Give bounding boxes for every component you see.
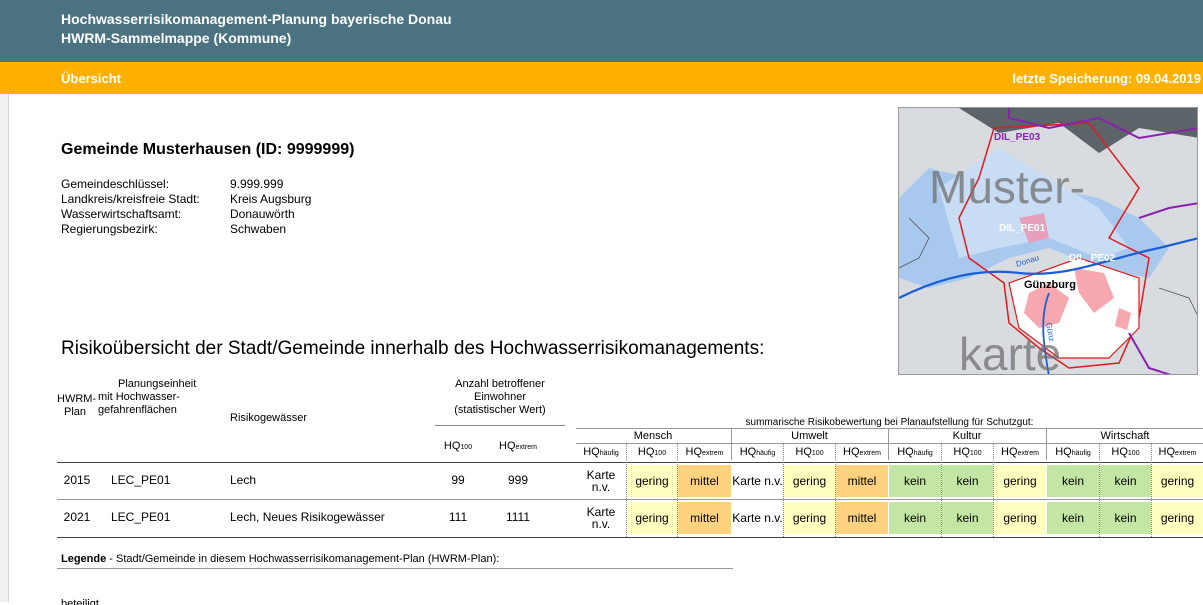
- sub-header: HQhäufig: [1055, 446, 1091, 458]
- cell-hqextrem: 1111: [505, 510, 531, 524]
- map-label: Günzburg: [1024, 279, 1076, 291]
- rating-cell: gering: [994, 465, 1046, 497]
- info-value: Donauwörth: [230, 207, 295, 221]
- risk-heading: Risikoübersicht der Stadt/Gemeinde inner…: [61, 338, 765, 359]
- cell-hq100: 111: [448, 510, 468, 524]
- rating-cell: mittel: [678, 465, 731, 497]
- overview-map: Muster- karte DIL_PE03 DIL_PE01 DIL_PE02…: [898, 107, 1198, 375]
- map-graphic: Muster- karte DIL_PE03 DIL_PE01 DIL_PE02…: [899, 108, 1197, 375]
- rating-cell: Karte n.v.: [576, 465, 626, 497]
- col-divider: [783, 443, 784, 537]
- col-header-residents: Anzahl betroffener Einwohner (statistische…: [454, 378, 546, 416]
- sub-header: HQhäufig: [739, 446, 776, 458]
- rating-cell: Karte n.v.: [576, 502, 626, 534]
- cell-unit: LEC_PE01: [111, 473, 171, 487]
- row-header-stripe: [0, 94, 9, 602]
- sub-header: HQextrem: [1158, 446, 1197, 458]
- sub-header: HQ100: [795, 446, 824, 458]
- cell-unit: LEC_PE01: [111, 510, 171, 524]
- rating-cell: mittel: [678, 502, 731, 534]
- legend-line2: beteiligt: [61, 598, 99, 605]
- map-watermark-bottom: karte: [959, 328, 1061, 375]
- rating-cell: gering: [627, 502, 677, 534]
- sub-header: HQextrem: [843, 446, 881, 458]
- cell-water: Lech, Neues Risikogewässer: [230, 510, 385, 524]
- rating-cell: Karte n.v.: [732, 465, 783, 497]
- rating-cell: gering: [1152, 502, 1203, 534]
- municipality-title: Gemeinde Musterhausen (ID: 9999999): [61, 141, 355, 158]
- rating-cell: kein: [1047, 502, 1099, 534]
- rating-cell: kein: [889, 465, 941, 497]
- col-header-hq100: HQ100: [443, 440, 473, 452]
- residents-underline: [435, 425, 565, 426]
- rating-cell: mittel: [836, 465, 888, 497]
- legend: Legende - Stadt/Gemeinde in diesem Hochw…: [61, 553, 500, 565]
- group-mensch: Mensch: [633, 430, 673, 442]
- rating-cell: mittel: [836, 502, 888, 534]
- rating-cell: gering: [627, 465, 677, 497]
- sub-header: HQ100: [1111, 446, 1140, 458]
- row-rule: [57, 499, 1203, 500]
- info-label: Wasserwirtschaftsamt:: [61, 207, 182, 221]
- col-header-hqextrem: HQextrem: [499, 440, 537, 452]
- info-label: Gemeindeschlüssel:: [61, 177, 170, 191]
- app-title: Hochwasserrisikomanagement-Planung bayer…: [61, 11, 452, 27]
- rating-cell: kein: [942, 465, 993, 497]
- col-header-water: Risikogewässer: [230, 412, 308, 424]
- rating-cell: kein: [1047, 465, 1099, 497]
- rating-cell: kein: [889, 502, 941, 534]
- group-rule: [576, 443, 1203, 444]
- cell-hq100: 99: [451, 473, 465, 487]
- info-value: 9.999.999: [230, 177, 284, 191]
- sub-header: HQextrem: [1001, 446, 1039, 458]
- map-label: DIL_PE01: [999, 223, 1046, 234]
- col-divider: [835, 443, 836, 537]
- col-header-unit: Planungseinheit mit Hochwasser- gefahren…: [98, 378, 197, 416]
- sub-header: HQ100: [637, 446, 667, 458]
- cell-year: 2021: [63, 510, 91, 524]
- sub-header: HQ100: [953, 446, 982, 458]
- table-bottom-rule: [57, 537, 1203, 538]
- col-divider: [993, 443, 994, 537]
- map-label: DIL_PE02: [1069, 253, 1116, 264]
- info-label: Landkreis/kreisfreie Stadt:: [61, 192, 200, 206]
- sub-header: HQhäufig: [897, 446, 933, 458]
- info-value: Schwaben: [230, 222, 287, 236]
- section-bar: Übersicht letzte Speicherung: 09.04.2019: [0, 62, 1203, 94]
- sub-header: HQextrem: [685, 446, 724, 458]
- legend-rule: [57, 568, 733, 569]
- map-label: DIL_PE03: [994, 132, 1041, 143]
- info-value: Kreis Augsburg: [230, 192, 312, 206]
- rating-cell: gering: [784, 465, 835, 497]
- col-divider: [626, 443, 627, 537]
- header-bar: Hochwasserrisikomanagement-Planung bayer…: [0, 0, 1203, 62]
- rating-cell: gering: [994, 502, 1046, 534]
- cell-water: Lech: [230, 473, 257, 487]
- group-kultur: Kultur: [952, 430, 982, 442]
- summary-rule: [576, 428, 1203, 429]
- col-divider: [1151, 443, 1152, 537]
- header-bottom-rule: [57, 462, 1203, 463]
- rating-cell: gering: [784, 502, 835, 534]
- save-status: letzte Speicherung: 09.04.2019: [1012, 71, 1201, 86]
- col-divider: [941, 443, 942, 537]
- rating-cell: gering: [1152, 465, 1203, 497]
- section-title: Übersicht: [61, 71, 121, 86]
- group-wirtschaft: Wirtschaft: [1100, 430, 1150, 442]
- cell-year: 2015: [63, 473, 91, 487]
- rating-cell: kein: [1100, 465, 1151, 497]
- cell-hqextrem: 999: [507, 473, 529, 487]
- sub-header: HQhäufig: [583, 446, 619, 458]
- app-subtitle: HWRM-Sammelmappe (Kommune): [61, 30, 292, 46]
- group-umwelt: Umwelt: [791, 430, 828, 442]
- map-watermark-top: Muster-: [929, 161, 1085, 213]
- col-divider: [677, 443, 678, 537]
- rating-cell: Karte n.v.: [732, 502, 783, 534]
- rating-cell: kein: [1100, 502, 1151, 534]
- rating-cell: kein: [942, 502, 993, 534]
- col-divider: [1099, 443, 1100, 537]
- info-label: Regierungsbezirk:: [61, 222, 158, 236]
